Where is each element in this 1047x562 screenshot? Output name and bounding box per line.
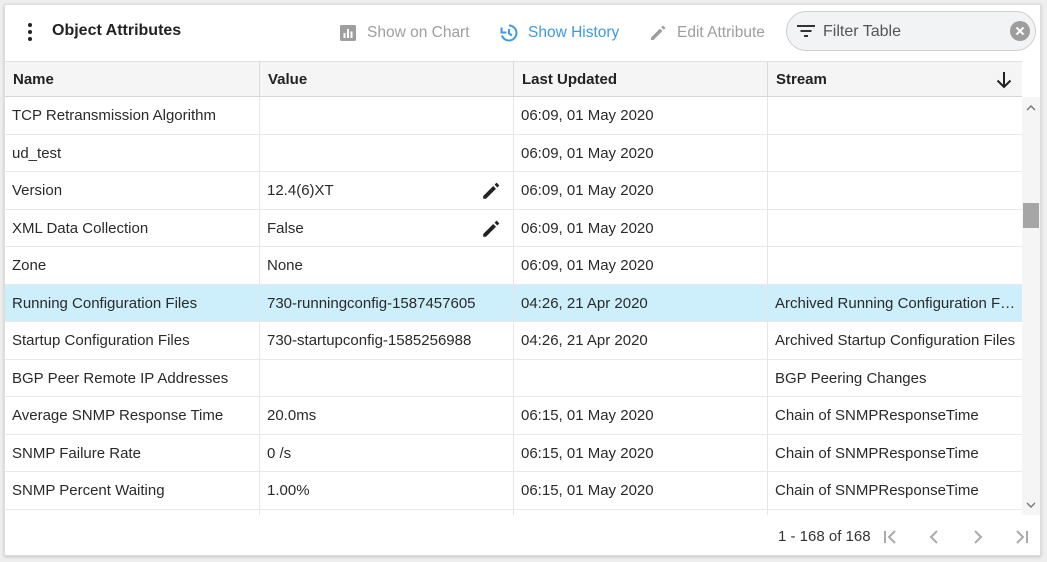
table-header: Name Value Last Updated Stream <box>5 61 1022 97</box>
scroll-up-icon[interactable] <box>1026 103 1036 113</box>
cell-value <box>260 97 514 134</box>
last-page-icon[interactable] <box>1011 526 1033 548</box>
pencil-icon <box>651 25 666 40</box>
show-history-label: Show History <box>528 24 620 41</box>
cell-stream <box>768 210 1022 247</box>
table-body: TCP Retransmission Algorithm 06:09, 01 M… <box>5 97 1022 515</box>
panel-title: Object Attributes <box>52 22 182 39</box>
table-row[interactable]: Zone None 06:09, 01 May 2020 <box>5 247 1022 285</box>
cell-value: 1.00% <box>260 472 514 509</box>
cell-name: Running Configuration Files <box>5 284 260 322</box>
cell-stream: Chain of SNMPResponseTime <box>775 407 979 424</box>
scroll-down-icon[interactable] <box>1026 500 1036 510</box>
filter-input[interactable] <box>823 20 993 44</box>
edit-attribute-label: Edit Attribute <box>677 24 765 41</box>
page-range-text: 1 - 168 of 168 <box>778 528 871 545</box>
column-header-stream[interactable]: Stream <box>768 62 1022 97</box>
first-page-icon[interactable] <box>879 526 901 548</box>
cell-name: SNMP Percent Waiting <box>5 472 260 509</box>
cell-name: Zone <box>5 247 260 284</box>
cell-value: 0 /s <box>260 434 514 472</box>
edit-attribute-button[interactable]: Edit Attribute <box>649 19 765 47</box>
cell-value: None <box>260 247 514 284</box>
toolbar: Object Attributes Show on Chart Show His… <box>5 5 1040 61</box>
cell-value-text: 12.4(6)XT <box>267 182 334 199</box>
cell-value <box>260 359 514 397</box>
table-row[interactable]: TCP Retransmission Algorithm 06:09, 01 M… <box>5 97 1022 135</box>
cell-name: TCP Retransmission Algorithm <box>5 97 260 134</box>
next-page-icon[interactable] <box>967 526 989 548</box>
cell-value: 20.0ms <box>260 397 514 434</box>
cell-last-updated: 06:09, 01 May 2020 <box>514 134 768 172</box>
previous-page-icon[interactable] <box>923 526 945 548</box>
cell-name: Version <box>5 172 260 209</box>
cell-value: 12.4(6)XT <box>260 172 514 209</box>
cell-name: Average SNMP Response Time <box>5 397 260 434</box>
scrollbar-thumb[interactable] <box>1023 203 1039 228</box>
table-row[interactable]: Startup Configuration Files 730-startupc… <box>5 322 1022 360</box>
cell-stream <box>768 135 1022 172</box>
chart-icon <box>340 25 356 41</box>
column-header-last-updated[interactable]: Last Updated <box>514 62 768 97</box>
cell-name: Startup Configuration Files <box>5 322 260 359</box>
cell-last-updated: 06:15, 01 May 2020 <box>514 434 768 472</box>
table-row[interactable]: BGP Peer Remote IP Addresses BGP Peering… <box>5 359 1022 397</box>
sort-descending-icon[interactable] <box>996 71 1012 89</box>
cell-stream <box>768 97 1022 134</box>
pagination-bar: 1 - 168 of 168 <box>5 515 1040 555</box>
filter-icon <box>797 25 815 37</box>
table-row[interactable]: Version 12.4(6)XT 06:09, 01 May 2020 <box>5 172 1022 210</box>
cell-stream: Chain of SNMPResponseTime <box>775 444 979 462</box>
cell-stream: BGP Peering Changes <box>775 369 927 387</box>
show-on-chart-label: Show on Chart <box>367 24 470 41</box>
cell-stream <box>768 172 1022 209</box>
object-attributes-panel: Object Attributes Show on Chart Show His… <box>4 4 1041 556</box>
filter-box <box>786 11 1036 51</box>
table-row[interactable]: XML Data Collection False 06:09, 01 May … <box>5 209 1022 247</box>
table-row[interactable]: ud_test 06:09, 01 May 2020 <box>5 134 1022 172</box>
cell-last-updated: 04:26, 21 Apr 2020 <box>514 284 768 322</box>
cell-last-updated: 06:15, 01 May 2020 <box>514 397 768 434</box>
table-row[interactable]: SNMP Failure Rate 0 /s 06:15, 01 May 202… <box>5 434 1022 472</box>
cell-value <box>260 134 514 172</box>
cell-last-updated <box>514 359 768 397</box>
show-history-button[interactable]: Show History <box>498 19 619 47</box>
cell-last-updated: 04:26, 21 Apr 2020 <box>514 322 768 359</box>
vertical-scrollbar[interactable] <box>1022 97 1040 515</box>
history-icon <box>500 24 518 42</box>
table-row[interactable]: SNMP Percent Waiting 1.00% 06:15, 01 May… <box>5 472 1022 510</box>
clear-filter-icon[interactable] <box>1010 21 1030 41</box>
cell-stream: Archived Running Configuration Files <box>775 294 1022 312</box>
cell-last-updated: 06:15, 01 May 2020 <box>514 472 768 509</box>
column-header-value[interactable]: Value <box>260 62 514 97</box>
cell-value: False <box>260 209 514 247</box>
cell-name: SNMP Failure Rate <box>5 434 260 472</box>
cell-stream: Archived Startup Configuration Files <box>775 332 1016 349</box>
more-options-icon[interactable] <box>23 19 37 45</box>
column-header-name[interactable]: Name <box>5 62 260 97</box>
show-on-chart-button[interactable]: Show on Chart <box>339 19 470 47</box>
cell-name: ud_test <box>5 134 260 172</box>
cell-stream <box>768 247 1022 284</box>
cell-name: BGP Peer Remote IP Addresses <box>5 359 260 397</box>
edit-pencil-icon[interactable] <box>481 181 501 201</box>
cell-name: XML Data Collection <box>5 209 260 247</box>
column-header-stream-label: Stream <box>776 71 827 88</box>
cell-last-updated: 06:09, 01 May 2020 <box>514 209 768 247</box>
cell-value: 730-runningconfig-1587457605 <box>260 284 514 322</box>
cell-last-updated: 06:09, 01 May 2020 <box>514 97 768 134</box>
edit-pencil-icon[interactable] <box>481 219 501 239</box>
cell-value: 730-startupconfig-1585256988 <box>260 322 514 359</box>
table-row[interactable]: Average SNMP Response Time 20.0ms 06:15,… <box>5 397 1022 435</box>
cell-last-updated: 06:09, 01 May 2020 <box>514 172 768 209</box>
cell-stream: Chain of SNMPResponseTime <box>775 482 979 499</box>
table-row-selected[interactable]: Running Configuration Files 730-runningc… <box>5 284 1022 322</box>
cell-value-text: False <box>267 219 304 237</box>
cell-last-updated: 06:09, 01 May 2020 <box>514 247 768 284</box>
